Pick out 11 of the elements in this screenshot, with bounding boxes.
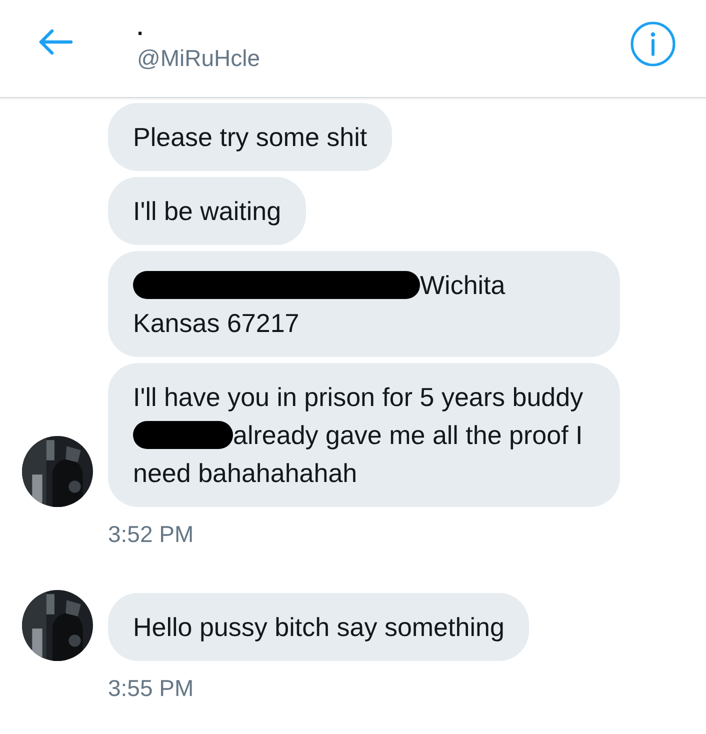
message-bubble: I'll have you in prison for 5 years buddy already gave me all the proof I need bahahahahah [108, 363, 620, 507]
message-time: 3:52 PM [108, 520, 195, 548]
message-bubble: Please try some shit [108, 103, 392, 171]
contact-name: . [137, 14, 144, 42]
back-arrow-icon[interactable] [37, 28, 73, 56]
info-icon[interactable] [630, 21, 676, 67]
message-time: 3:55 PM [108, 674, 195, 702]
contact-handle: @MiRuHcle [137, 44, 260, 73]
message-bubble: I'll be waiting [108, 177, 306, 245]
message-bubble: Hello pussy bitch say something [108, 593, 530, 661]
message-bubble: Wichita Kansas 67217 [108, 251, 620, 357]
